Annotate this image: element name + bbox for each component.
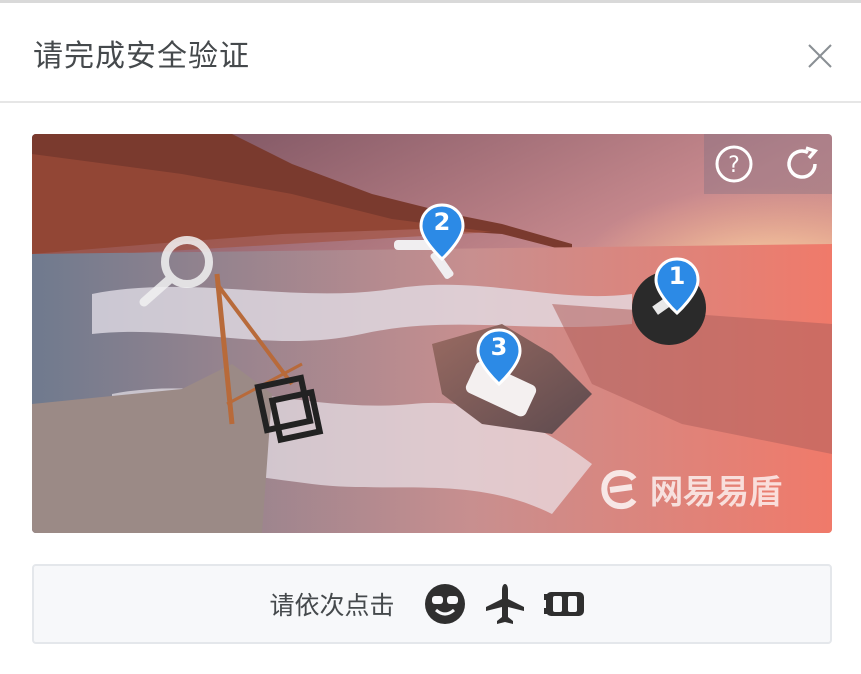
airplane-icon <box>485 584 524 624</box>
car-icon <box>543 592 584 616</box>
netease-yidun-logo <box>601 470 637 510</box>
captcha-toolbar: ? <box>704 134 832 194</box>
watermark-text: 网易易盾 <box>650 472 782 511</box>
help-circle-icon: ? <box>715 145 753 183</box>
click-marker-3[interactable]: 3 <box>474 327 524 387</box>
smiley-sunglasses-icon <box>424 584 465 624</box>
instruction-bar: 请依次点击 <box>32 564 832 644</box>
marker-number: 3 <box>490 333 508 361</box>
refresh-icon <box>787 146 819 179</box>
marker-number: 1 <box>668 262 686 290</box>
captcha-image[interactable]: ? 1 2 3 网易易盾 <box>32 134 832 533</box>
watermark: 网易易盾 <box>598 466 782 512</box>
close-icon <box>808 44 832 68</box>
click-marker-1[interactable]: 1 <box>652 256 702 316</box>
marker-number: 2 <box>433 208 451 236</box>
security-verification-dialog: 请完成安全验证 ? 1 2 3 网易易盾 请依次点击 <box>0 3 861 674</box>
svg-text:?: ? <box>728 153 740 178</box>
click-marker-2[interactable]: 2 <box>417 202 467 262</box>
refresh-button[interactable] <box>782 144 822 184</box>
instruction-text: 请依次点击 <box>269 591 395 620</box>
help-button[interactable]: ? <box>714 144 754 184</box>
close-button[interactable] <box>804 40 836 72</box>
dialog-title: 请完成安全验证 <box>33 39 250 74</box>
dialog-header: 请完成安全验证 <box>0 3 861 103</box>
